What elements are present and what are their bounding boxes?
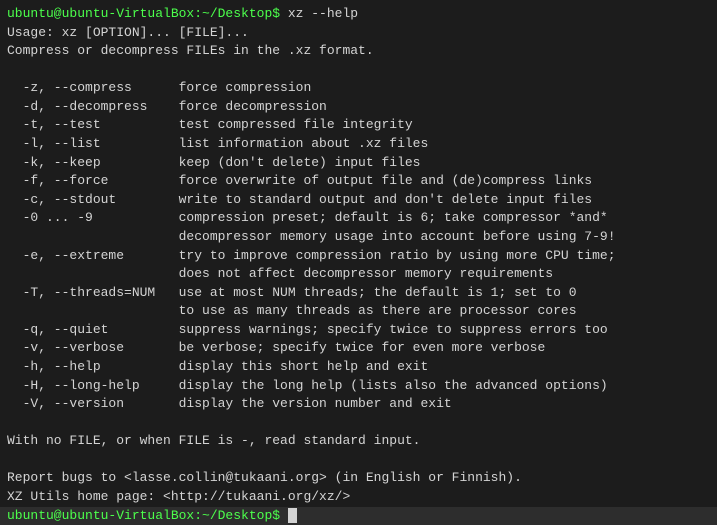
line-1: ubuntu@ubuntu-VirtualBox:~/Desktop$ xz -… xyxy=(7,5,710,24)
line-blank-2 xyxy=(7,414,710,433)
line-15: -T, --threads=NUM use at most NUM thread… xyxy=(7,284,710,303)
line-3: Compress or decompress FILEs in the .xz … xyxy=(7,42,710,61)
prompt-label: ubuntu@ubuntu-VirtualBox:~/Desktop$ xyxy=(7,6,280,21)
line-2: Usage: xz [OPTION]... [FILE]... xyxy=(7,24,710,43)
terminal-output: ubuntu@ubuntu-VirtualBox:~/Desktop$ xz -… xyxy=(7,5,710,525)
line-6: -t, --test test compressed file integrit… xyxy=(7,116,710,135)
line-7: -l, --list list information about .xz fi… xyxy=(7,135,710,154)
line-18: -v, --verbose be verbose; specify twice … xyxy=(7,339,710,358)
line-blank-1 xyxy=(7,61,710,80)
line-24: XZ Utils home page: <http://tukaani.org/… xyxy=(7,488,710,507)
line-17: -q, --quiet suppress warnings; specify t… xyxy=(7,321,710,340)
line-12: decompressor memory usage into account b… xyxy=(7,228,710,247)
line-14: does not affect decompressor memory requ… xyxy=(7,265,710,284)
line-prompt-end[interactable]: ubuntu@ubuntu-VirtualBox:~/Desktop$ xyxy=(7,507,710,525)
line-21: -V, --version display the version number… xyxy=(7,395,710,414)
line-4: -z, --compress force compression xyxy=(7,79,710,98)
line-10: -c, --stdout write to standard output an… xyxy=(7,191,710,210)
line-11: -0 ... -9 compression preset; default is… xyxy=(7,209,710,228)
line-8: -k, --keep keep (don't delete) input fil… xyxy=(7,154,710,173)
prompt-label-end: ubuntu@ubuntu-VirtualBox:~/Desktop$ xyxy=(7,508,280,523)
line-9: -f, --force force overwrite of output fi… xyxy=(7,172,710,191)
line-5: -d, --decompress force decompression xyxy=(7,98,710,117)
command-text: xz --help xyxy=(280,6,358,21)
line-13: -e, --extreme try to improve compression… xyxy=(7,247,710,266)
line-16: to use as many threads as there are proc… xyxy=(7,302,710,321)
line-blank-3 xyxy=(7,451,710,470)
line-23: Report bugs to <lasse.collin@tukaani.org… xyxy=(7,469,710,488)
line-19: -h, --help display this short help and e… xyxy=(7,358,710,377)
terminal-cursor xyxy=(288,508,297,523)
cursor-space xyxy=(280,508,288,523)
terminal-window: ubuntu@ubuntu-VirtualBox:~/Desktop$ xz -… xyxy=(0,0,717,507)
line-22: With no FILE, or when FILE is -, read st… xyxy=(7,432,710,451)
line-20: -H, --long-help display the long help (l… xyxy=(7,377,710,396)
